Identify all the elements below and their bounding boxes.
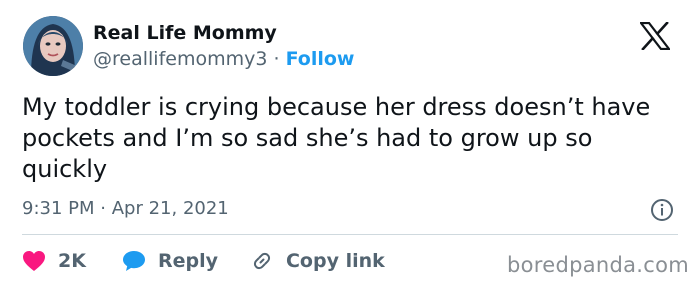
like-count: 2K [58, 250, 86, 272]
copy-link-label: Copy link [285, 250, 385, 272]
user-handle[interactable]: @reallifemommy3 [93, 48, 267, 70]
display-name[interactable]: Real Life Mommy [93, 22, 277, 44]
copy-link-button[interactable]: Copy link [250, 249, 385, 273]
tweet-time: 9:31 PM [22, 198, 95, 219]
divider [22, 234, 678, 235]
follow-button[interactable]: Follow [286, 48, 355, 70]
heart-icon [23, 251, 45, 271]
handle-separator: · [273, 48, 280, 70]
tweet-timestamp[interactable]: 9:31 PM · Apr 21, 2021 [22, 198, 229, 219]
tweet-text: My toddler is crying because her dress d… [22, 93, 651, 183]
reply-button[interactable]: Reply [122, 250, 218, 272]
speech-bubble-icon [122, 251, 145, 271]
action-bar: 2K Reply Copy link [22, 248, 385, 274]
like-button[interactable]: 2K [22, 250, 86, 272]
watermark: boredpanda.com [507, 253, 690, 277]
handle-row: @reallifemommy3 · Follow [93, 48, 354, 70]
info-icon[interactable] [650, 198, 674, 222]
reply-label: Reply [157, 250, 218, 272]
x-logo-icon[interactable] [640, 22, 670, 50]
timestamp-separator: · [100, 198, 106, 219]
link-icon [253, 252, 271, 270]
tweet-card: Real Life Mommy @reallifemommy3 · Follow… [0, 0, 700, 287]
avatar-image [23, 16, 83, 76]
avatar[interactable] [23, 16, 83, 76]
tweet-date: Apr 21, 2021 [111, 198, 229, 219]
